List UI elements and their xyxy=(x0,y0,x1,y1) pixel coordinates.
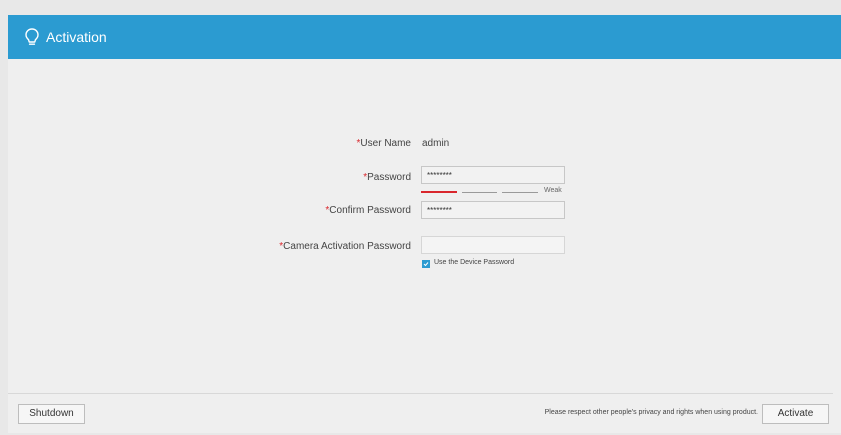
activate-button[interactable]: Activate xyxy=(762,404,829,424)
page-title: Activation xyxy=(46,29,107,45)
strength-segment-strong xyxy=(502,192,538,193)
privacy-note: Please respect other people's privacy an… xyxy=(544,409,758,416)
confirm-password-label: *Confirm Password xyxy=(325,205,411,216)
camera-password-label: *Camera Activation Password xyxy=(279,241,411,252)
lightbulb-icon xyxy=(24,27,40,47)
camera-password-field[interactable] xyxy=(421,236,565,254)
checkmark-icon xyxy=(423,262,429,267)
footer-divider xyxy=(8,393,833,394)
use-device-password-label[interactable]: Use the Device Password xyxy=(434,259,514,266)
password-label: *Password xyxy=(363,172,411,183)
strength-label: Weak xyxy=(544,187,562,194)
password-field[interactable] xyxy=(421,166,565,184)
username-label: *User Name xyxy=(356,138,411,149)
title-bar: Activation xyxy=(8,15,841,59)
activation-window: Activation *User Name admin *Password We… xyxy=(8,15,841,433)
strength-segment-weak xyxy=(421,191,457,193)
shutdown-button[interactable]: Shutdown xyxy=(18,404,85,424)
use-device-password-checkbox[interactable] xyxy=(422,260,430,268)
username-value: admin xyxy=(422,138,450,149)
strength-segment-medium xyxy=(462,192,497,193)
confirm-password-field[interactable] xyxy=(421,201,565,219)
